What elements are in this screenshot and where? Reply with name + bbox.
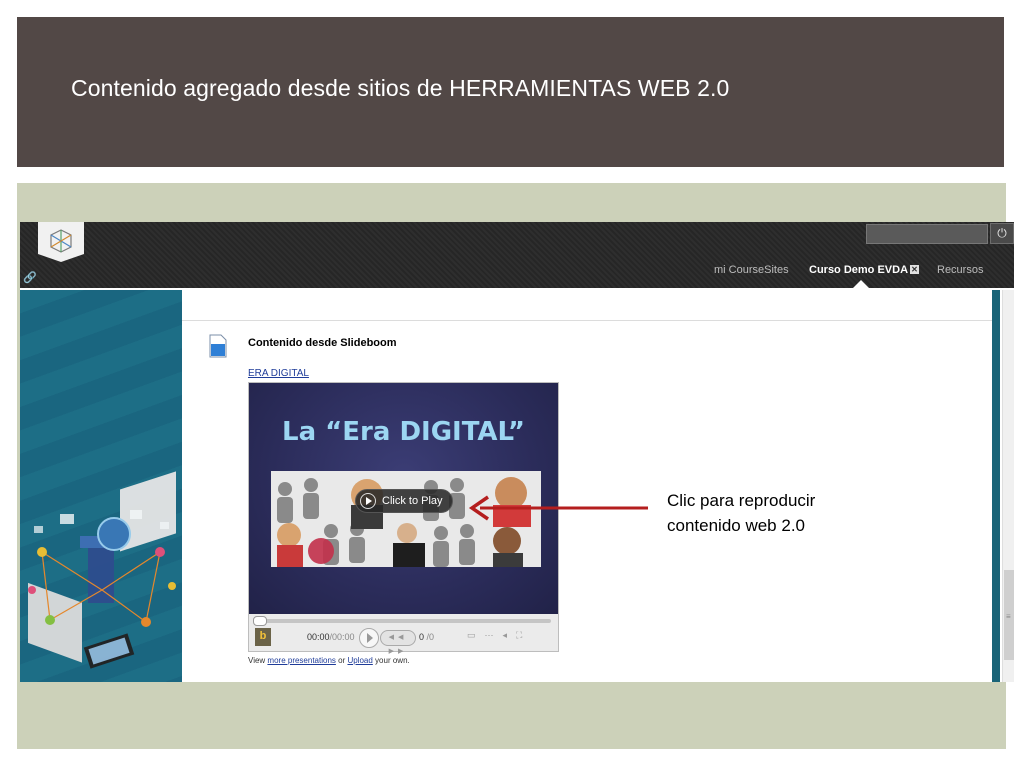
settings-icon[interactable]: ⋯: [485, 630, 503, 640]
course-banner: [20, 290, 182, 682]
slide-heading: La “Era DIGITAL”: [282, 417, 525, 447]
link-icon[interactable]: 🔗: [23, 271, 37, 284]
slide-current: 0: [419, 632, 425, 642]
progress-knob[interactable]: [253, 616, 267, 626]
click-to-play-label: Click to Play: [382, 495, 443, 507]
slide-title: Contenido agregado desde sitios de HERRA…: [71, 75, 730, 101]
time-total: /00:00: [329, 632, 355, 642]
time-display: 00:00/00:00: [307, 632, 355, 642]
footer-suffix: your own.: [372, 656, 410, 665]
footer-prefix: View: [248, 656, 268, 665]
nav-recursos[interactable]: Recursos: [937, 264, 983, 276]
power-icon[interactable]: ⏻: [990, 223, 1014, 244]
slideboom-logo-icon[interactable]: b: [255, 628, 271, 646]
footer-note: View more presentations or Upload your o…: [248, 656, 410, 665]
slide-counter: 0 /0: [419, 632, 434, 642]
coursesites-logo[interactable]: [38, 222, 84, 262]
fullscreen-icon[interactable]: ⛶: [516, 630, 531, 640]
player-controls-icons[interactable]: ▭⋯◂⛶: [467, 630, 531, 641]
captions-icon[interactable]: ▭: [467, 630, 485, 640]
close-icon[interactable]: ✕: [910, 265, 920, 274]
search-input[interactable]: [866, 224, 988, 244]
title-band: Contenido agregado desde sitios de HERRA…: [17, 17, 1004, 167]
scrollbar[interactable]: ≡: [1002, 290, 1014, 682]
document-icon: [209, 334, 227, 358]
content-area: Contenido desde Slideboom ERA DIGITAL La…: [182, 290, 992, 682]
nav-curso-demo-label: Curso Demo EVDA: [809, 264, 909, 276]
click-to-play-button[interactable]: Click to Play: [355, 489, 453, 513]
volume-icon[interactable]: ◂: [503, 630, 517, 640]
prev-next-buttons[interactable]: ◀◀ ▶▶: [380, 630, 416, 655]
top-bar: 🔗 ⏻ mi CourseSites Curso Demo EVDA ✕ Recu…: [20, 222, 1014, 288]
annotation-text: Clic para reproducir contenido web 2.0: [667, 488, 857, 538]
scroll-grip-icon: ≡: [1006, 612, 1011, 621]
annotation-line-2: contenido web 2.0: [667, 516, 805, 535]
footer-middle: or: [335, 656, 348, 665]
era-digital-link[interactable]: ERA DIGITAL: [248, 368, 309, 379]
banner-edge: [992, 290, 1000, 682]
coursesites-screenshot: 🔗 ⏻ mi CourseSites Curso Demo EVDA ✕ Recu…: [20, 222, 1014, 682]
progress-bar[interactable]: [253, 616, 551, 626]
more-presentations-link[interactable]: more presentations: [267, 656, 335, 665]
play-button[interactable]: [359, 628, 379, 648]
annotation-line-1: Clic para reproducir: [667, 491, 816, 510]
play-icon: [360, 493, 376, 509]
network-illustration: [28, 471, 176, 669]
upload-link[interactable]: Upload: [347, 656, 372, 665]
coursesites-logo-icon: [50, 229, 72, 253]
nav-curso-demo-evda[interactable]: Curso Demo EVDA ✕: [809, 264, 920, 276]
active-tab-caret: [853, 280, 869, 288]
annotation-arrow-icon: [468, 495, 648, 521]
nav-mi-coursesites[interactable]: mi CourseSites: [714, 264, 789, 276]
time-current: 00:00: [307, 632, 330, 642]
content-divider: [182, 320, 992, 321]
content-item-title: Contenido desde Slideboom: [248, 337, 397, 349]
slide-total: /0: [426, 632, 435, 642]
